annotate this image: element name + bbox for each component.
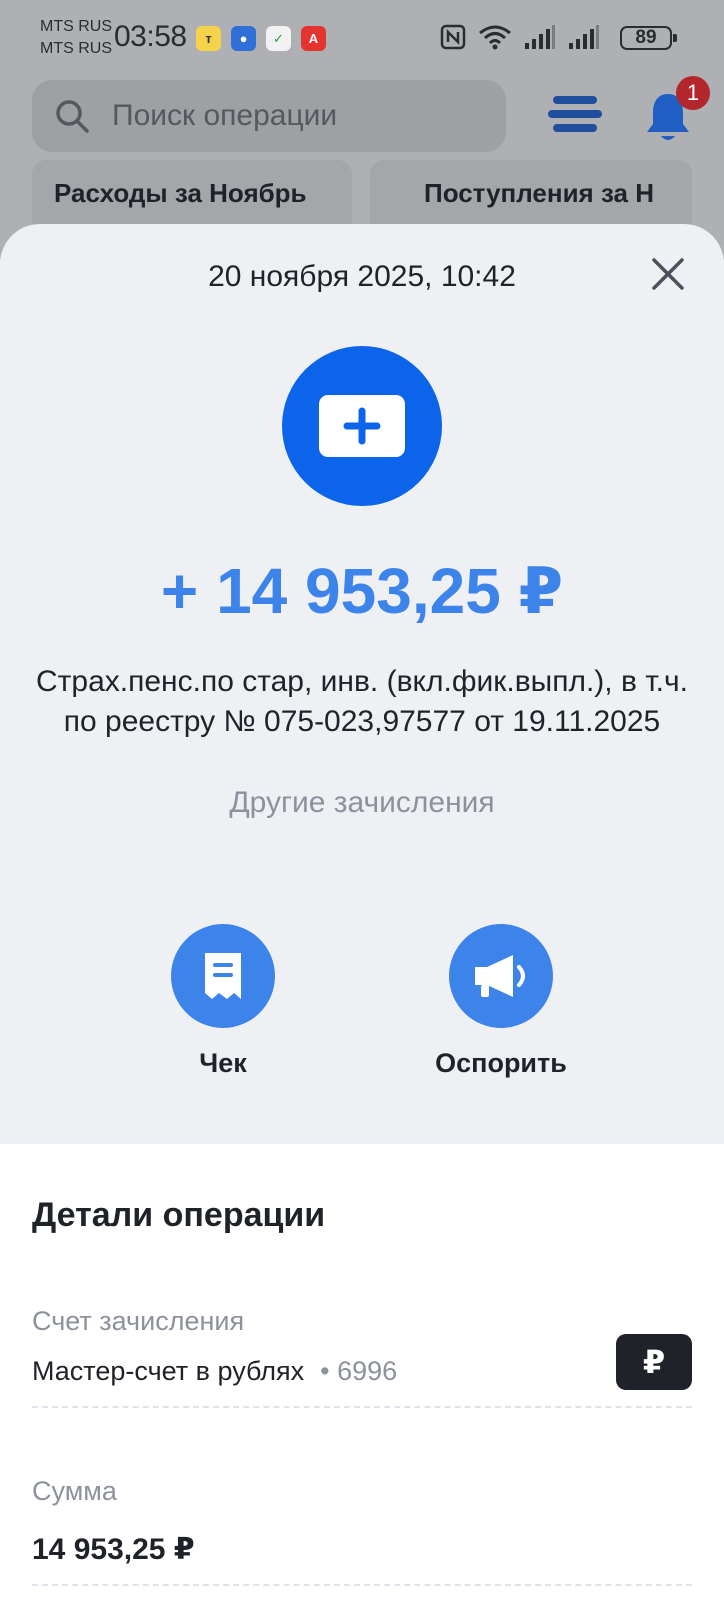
receipt-label: Чек [199, 1048, 247, 1078]
operation-category[interactable]: Другие зачисления [0, 786, 724, 820]
search-input[interactable]: Поиск операции [32, 80, 506, 152]
divider [32, 1406, 692, 1408]
account-name: Мастер-счет в рублях [32, 1356, 305, 1386]
operation-sheet: 20 ноября 2025, 10:42 + 14 953,25 ₽ Стра… [0, 224, 724, 1144]
dispute-icon-circle [449, 924, 553, 1028]
search-icon [56, 100, 89, 133]
carrier-2: MTS RUS [40, 40, 112, 57]
sber-icon: ✓ [266, 26, 291, 51]
notification-badge: 1 [676, 76, 710, 110]
account-value[interactable]: Мастер-счет в рублях • 6996 [32, 1356, 397, 1387]
wifi-icon [479, 25, 511, 50]
income-card-title: Поступления за Н [424, 178, 654, 208]
battery-indicator: 89 [620, 26, 677, 50]
currency-badge: ₽ [616, 1334, 692, 1390]
system-icons [440, 24, 600, 50]
wallet-plus-icon [319, 395, 405, 457]
menu-button[interactable] [548, 96, 602, 136]
details-title: Детали операции [32, 1196, 326, 1234]
operation-amount: + 14 953,25 ₽ [160, 555, 564, 627]
wallet-icon: ● [231, 26, 256, 51]
background-app: MTS RUS MTS RUS 03:58 т ● ✓ А 89 Поиск о… [0, 0, 724, 260]
signal-1-icon [525, 25, 555, 49]
clock: 03:58 [114, 20, 187, 53]
account-number: • 6996 [320, 1356, 398, 1386]
close-icon[interactable] [648, 254, 688, 294]
carrier-info: MTS RUS MTS RUS [40, 16, 112, 60]
account-label: Счет зачисления [32, 1306, 245, 1336]
dispute-button[interactable]: Оспорить [416, 924, 586, 1079]
search-placeholder: Поиск операции [112, 99, 338, 132]
operation-type-icon [282, 346, 442, 506]
megaphone-icon [475, 955, 525, 997]
receipt-button[interactable]: Чек [138, 924, 308, 1079]
signal-2-icon [569, 25, 599, 49]
alfa-icon: А [301, 26, 326, 51]
operation-datetime: 20 ноября 2025, 10:42 [208, 260, 516, 293]
sum-value: 14 953,25 ₽ [32, 1533, 195, 1566]
nfc-icon [440, 24, 466, 50]
notification-app-icons: т ● ✓ А [196, 26, 326, 51]
receipt-icon [205, 953, 241, 999]
status-bar: MTS RUS MTS RUS 03:58 т ● ✓ А 89 [0, 0, 724, 78]
operation-description: Страх.пенс.по стар, инв. (вкл.фик.выпл.)… [36, 665, 688, 738]
sum-label: Сумма [32, 1476, 117, 1506]
receipt-icon-circle [171, 924, 275, 1028]
expenses-card-title: Расходы за Ноябрь [54, 178, 307, 208]
carrier-1: MTS RUS [40, 18, 112, 35]
divider [32, 1584, 692, 1586]
tbank-icon: т [196, 26, 221, 51]
dispute-label: Оспорить [435, 1048, 567, 1078]
